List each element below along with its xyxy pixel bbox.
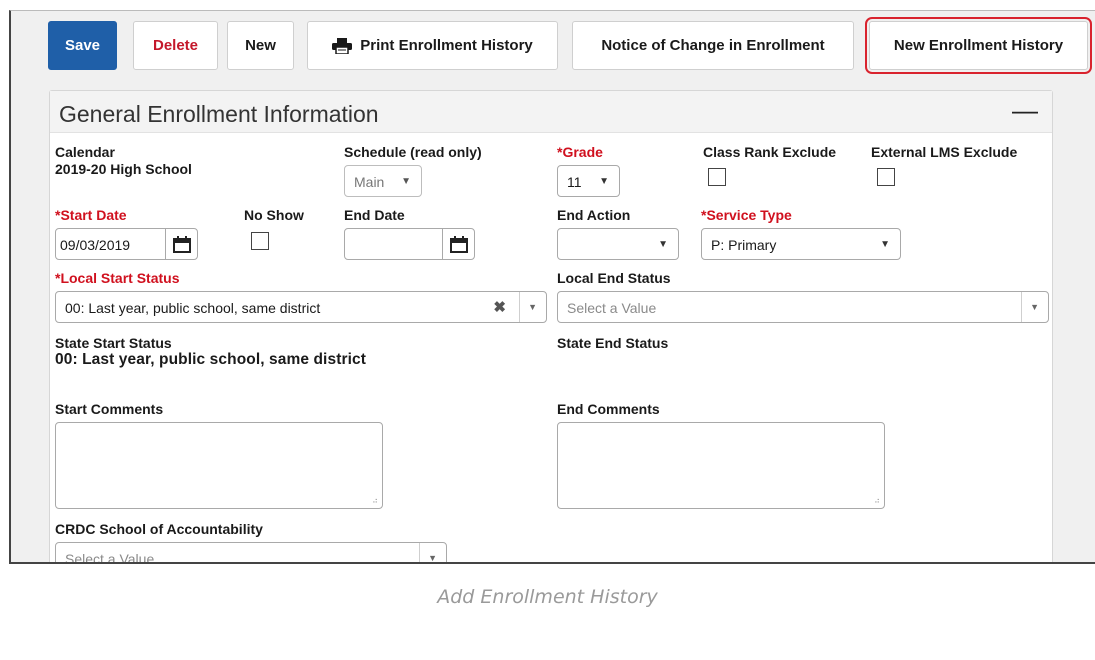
service-type-value: P: Primary xyxy=(711,237,777,253)
printer-icon xyxy=(332,37,353,54)
no-show-checkbox[interactable] xyxy=(251,232,269,250)
service-type-select[interactable]: P: Primary ▼ xyxy=(701,228,901,260)
select-divider xyxy=(419,543,420,562)
calendar-icon[interactable] xyxy=(165,229,197,259)
service-type-label: *Service Type xyxy=(701,207,792,223)
state-end-status-label: State End Status xyxy=(557,335,669,351)
panel-title: General Enrollment Information xyxy=(59,101,379,127)
new-button[interactable]: New xyxy=(227,21,294,70)
schedule-select: Main ▼ xyxy=(344,165,422,197)
end-action-label: End Action xyxy=(557,207,631,223)
no-show-label: No Show xyxy=(244,207,304,223)
close-icon[interactable]: ✖ xyxy=(493,298,506,316)
print-enrollment-history-label: Print Enrollment History xyxy=(360,37,533,54)
schedule-label: Schedule (read only) xyxy=(344,144,482,160)
external-lms-exclude-checkbox[interactable] xyxy=(877,168,895,186)
local-end-status-placeholder: Select a Value xyxy=(567,300,657,316)
grade-select[interactable]: 11 ▼ xyxy=(557,165,620,197)
crdc-school-label: CRDC School of Accountability xyxy=(55,521,263,537)
resize-grip-icon[interactable]: ⠴ xyxy=(874,496,880,505)
crdc-school-select[interactable]: Select a Value ▼ xyxy=(55,542,447,564)
calendar-icon[interactable] xyxy=(442,229,474,259)
state-start-status-label: State Start Status xyxy=(55,335,172,351)
end-date-field[interactable] xyxy=(344,228,475,260)
delete-button[interactable]: Delete xyxy=(133,21,218,70)
end-action-select[interactable]: ▼ xyxy=(557,228,679,260)
grade-value: 11 xyxy=(567,174,582,190)
local-end-status-select[interactable]: Select a Value ▼ xyxy=(557,291,1049,323)
notice-of-change-button[interactable]: Notice of Change in Enrollment xyxy=(572,21,854,70)
state-start-status-value: 00: Last year, public school, same distr… xyxy=(55,351,366,368)
local-start-status-label: *Local Start Status xyxy=(55,270,180,286)
collapse-button[interactable]: — xyxy=(1012,95,1038,126)
new-enrollment-history-button[interactable]: New Enrollment History xyxy=(865,17,1092,74)
local-start-status-value: 00: Last year, public school, same distr… xyxy=(65,300,321,316)
chevron-down-icon: ▼ xyxy=(880,239,890,250)
save-button[interactable]: Save xyxy=(48,21,117,70)
local-end-status-label: Local End Status xyxy=(557,270,671,286)
start-date-field[interactable]: 09/03/2019 xyxy=(55,228,198,260)
select-divider xyxy=(1021,292,1022,322)
end-comments-textarea[interactable]: ⠴ xyxy=(557,422,885,509)
chevron-down-icon: ▼ xyxy=(599,176,609,187)
chevron-down-icon: ▼ xyxy=(401,176,411,187)
select-divider xyxy=(519,292,520,322)
screenshot-frame: Save Delete New Print Enrollment History… xyxy=(9,10,1095,564)
grade-label: *Grade xyxy=(557,144,603,160)
end-comments-label: End Comments xyxy=(557,401,660,417)
calendar-label: Calendar xyxy=(55,144,115,160)
local-start-status-select[interactable]: 00: Last year, public school, same distr… xyxy=(55,291,547,323)
crdc-school-placeholder: Select a Value xyxy=(65,551,155,564)
calendar-value: 2019-20 High School xyxy=(55,161,192,177)
start-comments-textarea[interactable]: ⠴ xyxy=(55,422,383,509)
start-date-label: *Start Date xyxy=(55,207,127,223)
class-rank-exclude-checkbox[interactable] xyxy=(708,168,726,186)
chevron-down-icon: ▼ xyxy=(528,302,537,312)
external-lms-exclude-label: External LMS Exclude xyxy=(871,144,1018,160)
class-rank-exclude-label: Class Rank Exclude xyxy=(703,144,837,160)
panel-header: General Enrollment Information — xyxy=(50,91,1052,133)
start-date-value: 09/03/2019 xyxy=(60,237,131,253)
resize-grip-icon[interactable]: ⠴ xyxy=(372,496,378,505)
general-enrollment-panel: General Enrollment Information — Calenda… xyxy=(49,90,1053,564)
chevron-down-icon: ▼ xyxy=(658,239,668,250)
start-comments-label: Start Comments xyxy=(55,401,164,417)
schedule-value: Main xyxy=(354,174,385,190)
figure-caption: Add Enrollment History xyxy=(437,586,658,608)
chevron-down-icon: ▼ xyxy=(1030,302,1039,312)
chevron-down-icon: ▼ xyxy=(428,553,437,563)
end-date-label: End Date xyxy=(344,207,405,223)
print-enrollment-history-button[interactable]: Print Enrollment History xyxy=(307,21,558,70)
